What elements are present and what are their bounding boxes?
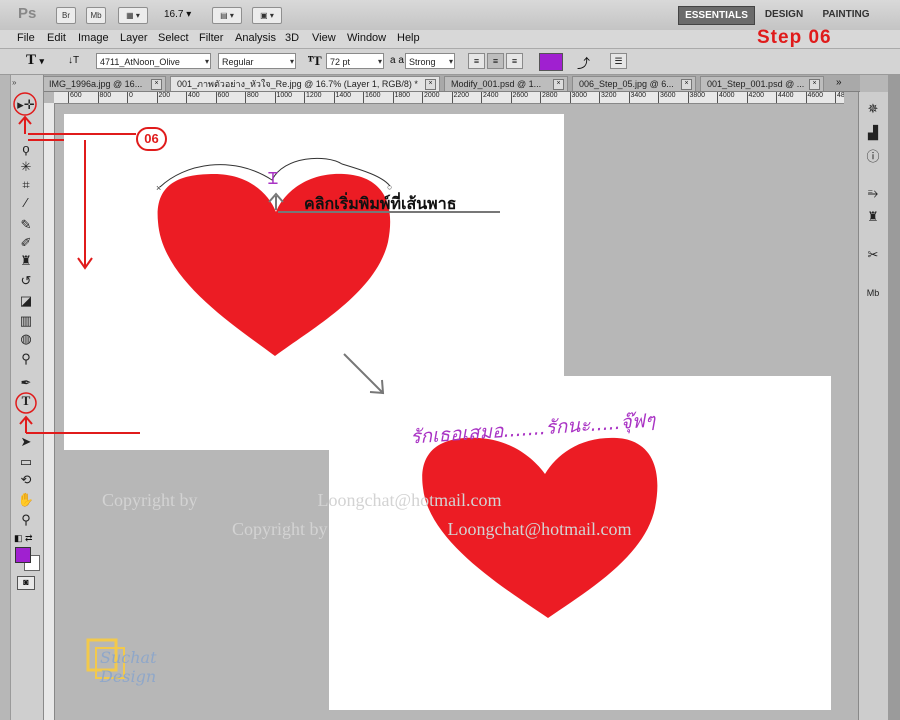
move-tool-pointer-arrow [18, 115, 32, 134]
down-arrow [77, 140, 93, 270]
click-point-arrow [268, 192, 500, 213]
step-number-badge: 06 [136, 127, 167, 151]
type-tool-highlight [15, 392, 37, 414]
annotation-connector [28, 133, 136, 141]
annotation-overlay [13, 92, 500, 434]
type-tool-pointer-arrow [19, 415, 140, 434]
next-step-arrow [343, 353, 385, 395]
move-tool-highlight [13, 92, 37, 116]
